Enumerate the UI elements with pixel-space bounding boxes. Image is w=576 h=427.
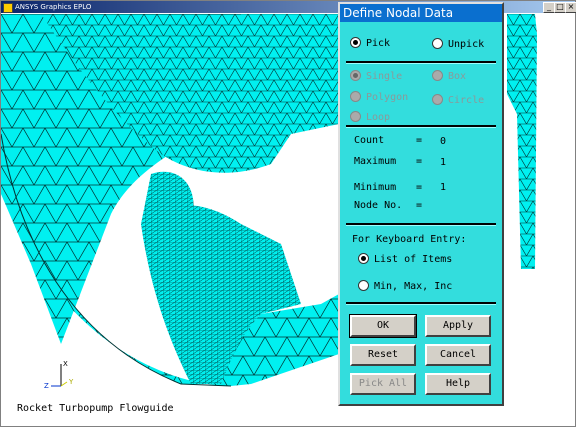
- count-label: Count: [354, 135, 385, 146]
- radio-icon: [432, 37, 443, 49]
- maximum-value: 1: [440, 157, 447, 168]
- graphics-window-title: ANSYS Graphics EPLO: [15, 3, 92, 11]
- minimum-value: 1: [440, 182, 447, 193]
- polygon-radio[interactable]: Polygon: [350, 90, 408, 105]
- minimum-label: Minimum: [354, 182, 397, 193]
- axis-x-label: X: [63, 360, 68, 368]
- canvas-right-margin: [507, 14, 575, 426]
- dialog-title-bar[interactable]: Define Nodal Data: [340, 4, 502, 22]
- min-max-inc-radio[interactable]: Min, Max, Inc: [358, 279, 452, 294]
- keyboard-entry-heading: For Keyboard Entry:: [352, 234, 467, 245]
- plot-caption: Rocket Turbopump Flowguide: [17, 403, 174, 414]
- ansys-app-icon: [3, 3, 13, 13]
- help-button[interactable]: Help: [425, 373, 491, 395]
- maximum-equals: =: [416, 156, 423, 167]
- separator: [346, 125, 496, 128]
- unpick-radio[interactable]: Unpick: [432, 37, 484, 52]
- list-of-items-radio[interactable]: List of Items: [358, 252, 452, 267]
- circle-radio[interactable]: Circle: [432, 93, 484, 108]
- apply-button[interactable]: Apply: [425, 315, 491, 337]
- pick-radio[interactable]: Pick: [350, 36, 390, 51]
- radio-icon: [432, 93, 443, 105]
- radio-selected-icon: [358, 252, 369, 264]
- close-button[interactable]: ×: [565, 2, 576, 13]
- radio-icon: [350, 110, 361, 122]
- count-equals: =: [416, 135, 423, 146]
- loop-radio[interactable]: Loop: [350, 110, 390, 125]
- radio-selected-icon: [350, 69, 361, 81]
- radio-icon: [350, 90, 361, 102]
- single-radio[interactable]: Single: [350, 69, 402, 84]
- maximum-label: Maximum: [354, 156, 397, 167]
- reset-button[interactable]: Reset: [350, 344, 416, 366]
- define-nodal-data-dialog: Define Nodal Data Pick Unpick Single Box…: [338, 2, 504, 406]
- groove-surface: [141, 171, 194, 239]
- axis-z-label: Z: [44, 382, 49, 390]
- radio-selected-icon: [350, 36, 361, 48]
- separator: [346, 61, 496, 64]
- separator: [346, 302, 496, 305]
- side-edge-surface: [507, 14, 537, 269]
- radio-icon: [358, 279, 369, 291]
- cancel-button[interactable]: Cancel: [425, 344, 491, 366]
- axis-y-label: Y: [68, 378, 74, 386]
- node-number-label: Node No.: [354, 200, 403, 211]
- box-radio[interactable]: Box: [432, 69, 466, 84]
- node-number-equals: =: [416, 200, 423, 211]
- radio-icon: [432, 69, 443, 81]
- ok-button[interactable]: OK: [349, 314, 417, 338]
- separator: [346, 223, 496, 226]
- axis-triad: X Y Z: [41, 354, 81, 394]
- minimum-equals: =: [416, 182, 423, 193]
- count-value: 0: [440, 136, 447, 147]
- pick-all-button[interactable]: Pick All: [350, 373, 416, 395]
